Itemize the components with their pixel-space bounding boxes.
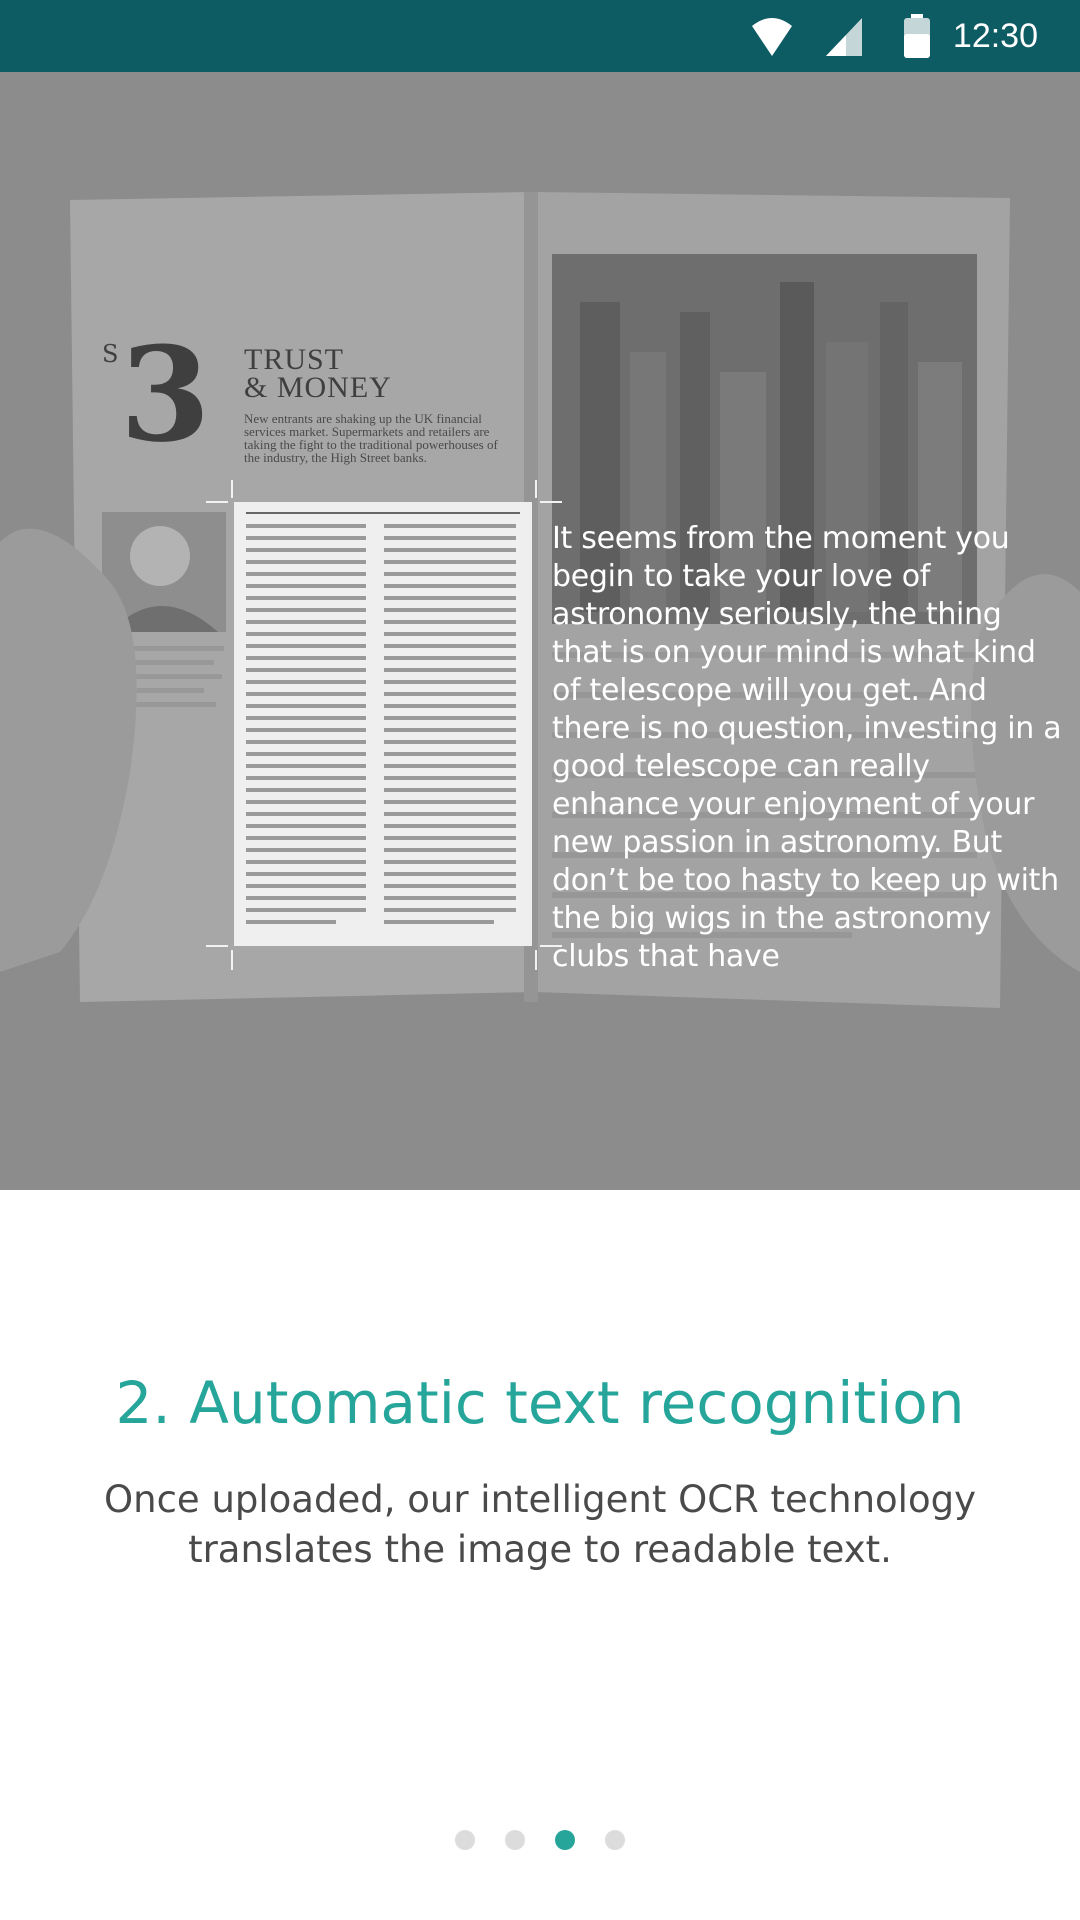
- status-bar: 12:30: [0, 0, 1080, 72]
- page-indicator: [0, 1830, 1080, 1850]
- page-dot-2[interactable]: [505, 1830, 525, 1850]
- page-dot-1[interactable]: [455, 1830, 475, 1850]
- hero-illustration: S 3 TRUST & MONEY New entrants are shaki…: [0, 72, 1080, 1190]
- magazine-page-number: 3: [120, 318, 211, 471]
- signal-icon: [824, 14, 864, 62]
- page-dot-3-active[interactable]: [555, 1830, 575, 1850]
- ocr-result-text: It seems from the moment you begin to ta…: [552, 521, 1062, 974]
- status-time: 12:30: [952, 17, 1038, 55]
- battery-icon: [902, 14, 932, 62]
- magazine-headline-line1: TRUST: [244, 343, 345, 376]
- page-dot-4[interactable]: [605, 1830, 625, 1850]
- wifi-icon: [752, 14, 792, 62]
- onboarding-description: Once uploaded, our intelligent OCR techn…: [104, 1478, 976, 1571]
- magazine-headline-line2: & MONEY: [244, 371, 392, 404]
- magazine-deck: New entrants are shaking up the UK finan…: [244, 411, 498, 465]
- onboarding-title: 2. Automatic text recognition: [115, 1369, 965, 1437]
- magazine-superscript: S: [102, 340, 119, 368]
- magazine-headline: TRUST & MONEY: [244, 343, 392, 404]
